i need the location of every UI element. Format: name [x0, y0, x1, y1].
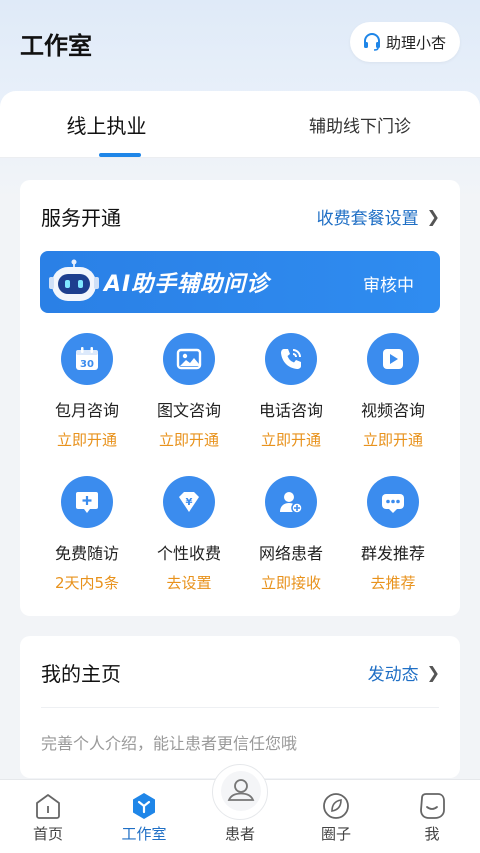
- services-card: 服务开通 收费套餐设置 ❯ AI助手辅助问诊 审核中 30 包月咨询 立即开通 …: [20, 180, 460, 616]
- ai-banner-title: AI助手辅助问诊: [104, 272, 270, 297]
- fee-package-settings-link[interactable]: 收费套餐设置 ❯: [317, 204, 440, 229]
- service-group-recommend[interactable]: 群发推荐 去推荐: [338, 476, 448, 593]
- ai-assistant-banner[interactable]: AI助手辅助问诊 审核中: [40, 251, 440, 313]
- assistant-button[interactable]: 助理小杏: [349, 22, 460, 62]
- calendar-day: 30: [80, 359, 94, 370]
- profile-hint[interactable]: 完善个人介绍，能让患者更信任您哦: [41, 730, 297, 754]
- chevron-right-icon: ❯: [426, 663, 440, 682]
- ai-banner-status: 审核中: [363, 276, 414, 296]
- service-action: 立即接收: [260, 574, 321, 592]
- fee-package-settings-label: 收费套餐设置: [316, 209, 419, 229]
- home-icon: [36, 794, 60, 819]
- tab-bar: 线上执业 辅助线下门诊: [0, 91, 480, 158]
- services-title: 服务开通: [41, 206, 121, 230]
- headset-icon: [363, 33, 380, 51]
- header: 工作室 助理小杏: [0, 0, 480, 90]
- chat-plus-icon: [61, 476, 113, 528]
- phone-icon: [265, 333, 317, 385]
- tab-online-practice[interactable]: 线上执业: [40, 91, 173, 158]
- patient-nav-button[interactable]: [212, 764, 268, 820]
- service-online-patients[interactable]: 网络患者 立即接收: [236, 476, 346, 593]
- profile-icon: [420, 793, 445, 819]
- service-label: 网络患者: [258, 544, 323, 563]
- page-title: 工作室: [20, 32, 92, 60]
- post-update-link[interactable]: 发动态 ❯: [368, 660, 440, 685]
- service-free-followup[interactable]: 免费随访 2天内5条: [32, 476, 142, 593]
- my-homepage-title: 我的主页: [41, 662, 121, 686]
- service-label: 免费随访: [54, 544, 119, 563]
- divider: [41, 707, 439, 708]
- video-icon: [367, 333, 419, 385]
- service-monthly-consult[interactable]: 30 包月咨询 立即开通: [32, 333, 142, 450]
- my-homepage-card: 我的主页 发动态 ❯ 完善个人介绍，能让患者更信任您哦: [20, 636, 460, 778]
- nav-home[interactable]: 首页: [0, 780, 96, 853]
- yen-diamond-icon: ¥: [163, 476, 215, 528]
- service-label: 群发推荐: [360, 544, 425, 563]
- doctor-add-icon: [265, 476, 317, 528]
- service-action: 去设置: [166, 574, 212, 592]
- workspace-icon: [133, 793, 155, 819]
- post-update-label: 发动态: [367, 665, 419, 685]
- patient-icon: [221, 771, 261, 811]
- circle-icon: [323, 793, 349, 819]
- service-label: 电话咨询: [258, 401, 323, 420]
- nav-label: 工作室: [121, 825, 167, 843]
- yen-symbol: ¥: [186, 497, 193, 508]
- chevron-right-icon: ❯: [426, 207, 440, 226]
- service-action: 立即开通: [56, 431, 117, 449]
- service-action: 2天内5条: [54, 574, 120, 592]
- service-video-consult[interactable]: 视频咨询 立即开通: [338, 333, 448, 450]
- calendar-icon: 30: [61, 333, 113, 385]
- nav-label: 首页: [32, 825, 63, 843]
- service-text-consult[interactable]: 图文咨询 立即开通: [134, 333, 244, 450]
- tab-offline-clinic[interactable]: 辅助线下门诊: [280, 91, 440, 158]
- service-phone-consult[interactable]: 电话咨询 立即开通: [236, 333, 346, 450]
- service-label: 视频咨询: [360, 401, 425, 420]
- active-tab-indicator: [99, 153, 141, 157]
- nav-workspace[interactable]: 工作室: [96, 780, 192, 853]
- service-label: 图文咨询: [156, 401, 221, 420]
- image-icon: [163, 333, 215, 385]
- service-action: 立即开通: [158, 431, 219, 449]
- nav-label: 患者: [224, 825, 255, 843]
- service-action: 立即开通: [362, 431, 423, 449]
- service-action: 去推荐: [370, 574, 416, 592]
- service-action: 立即开通: [260, 431, 321, 449]
- assistant-label: 助理小杏: [385, 33, 446, 52]
- service-label: 个性收费: [156, 544, 221, 563]
- service-custom-fee[interactable]: ¥ 个性收费 去设置: [134, 476, 244, 593]
- nav-circle[interactable]: 圈子: [288, 780, 384, 853]
- service-label: 包月咨询: [54, 401, 119, 420]
- robot-icon: [49, 259, 99, 301]
- nav-label: 我: [424, 825, 440, 843]
- nav-profile[interactable]: 我: [384, 780, 480, 853]
- group-message-icon: [367, 476, 419, 528]
- nav-label: 圈子: [320, 825, 351, 843]
